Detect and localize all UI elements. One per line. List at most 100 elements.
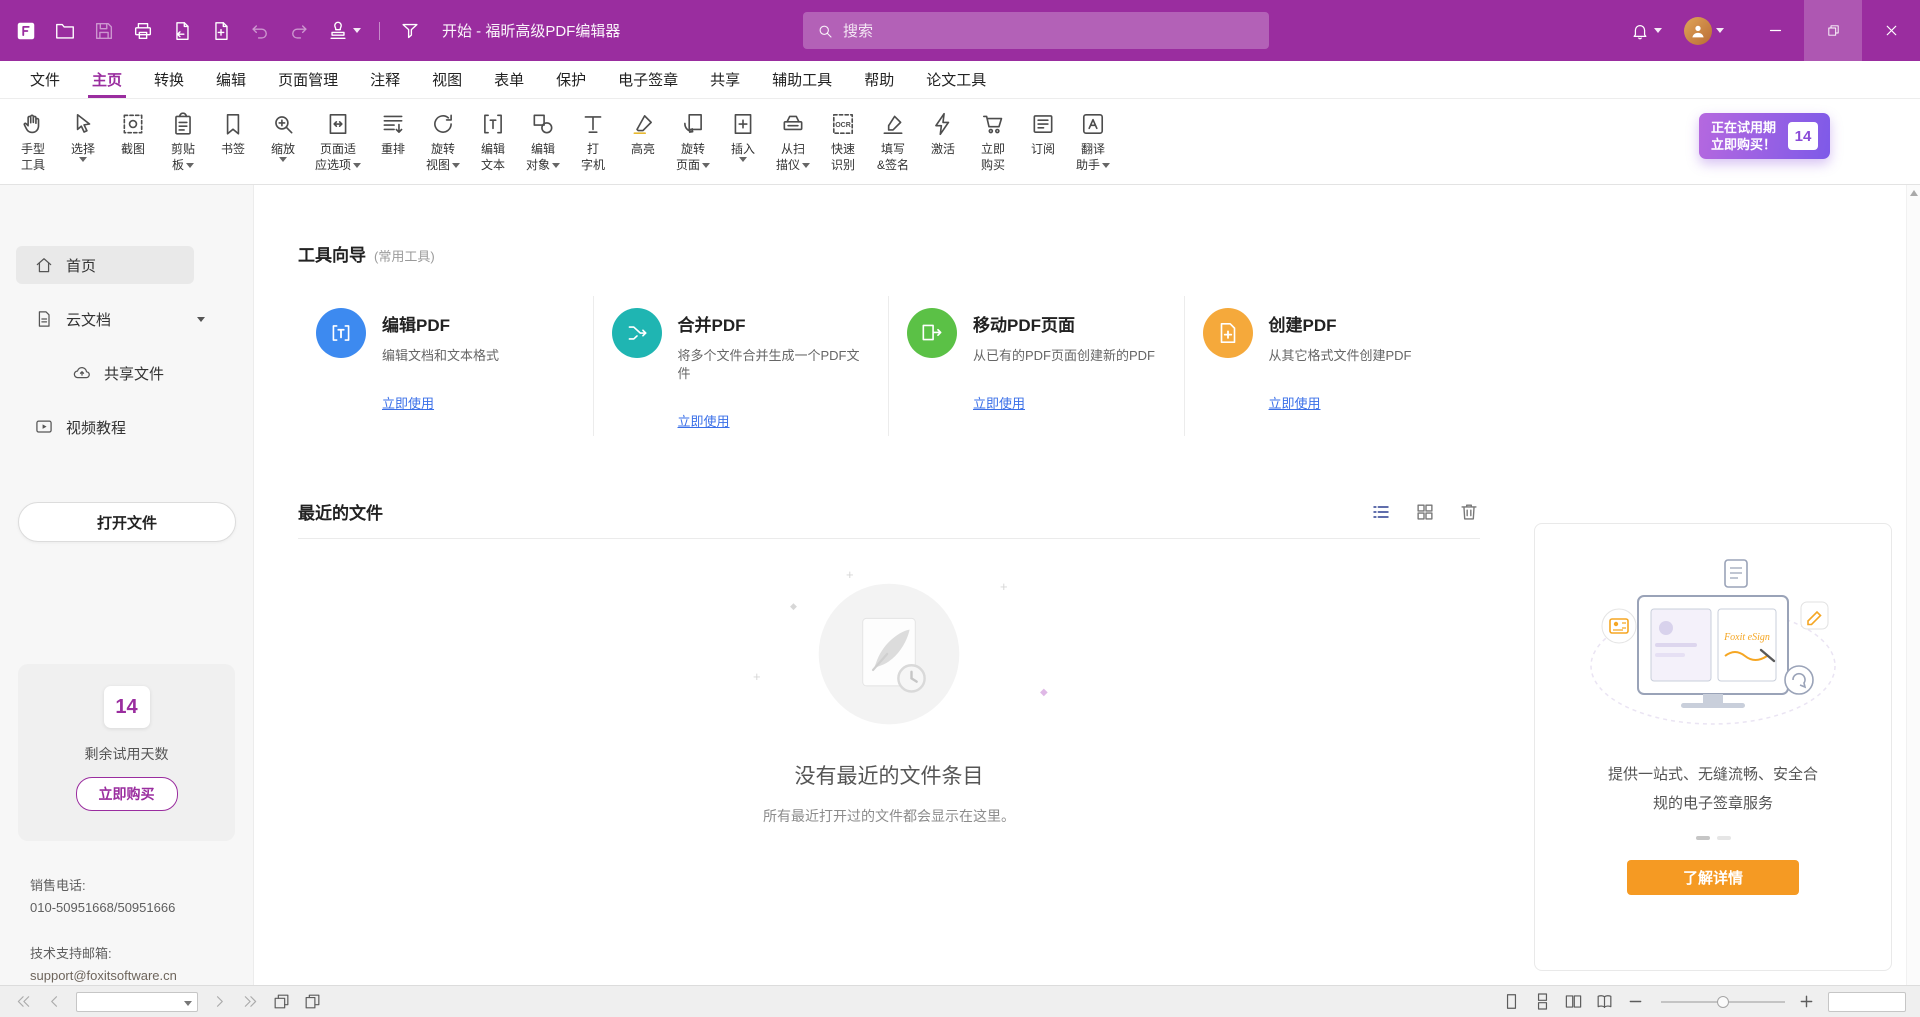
copy-page-button[interactable] <box>303 992 322 1011</box>
ribbon-tool-reflow[interactable]: 重排 <box>370 99 416 157</box>
promo-text: 提供一站式、无缝流畅、安全合 规的电子签章服务 <box>1608 760 1818 818</box>
fill-sign-icon <box>880 111 906 137</box>
first-page-icon <box>14 992 33 1011</box>
ribbon-tool-translate-assistant[interactable]: 翻译助手 <box>1070 99 1116 173</box>
tool-card-description: 将多个文件合并生成一个PDF文件 <box>678 347 871 383</box>
grid-view-button[interactable] <box>1414 501 1436 523</box>
print-icon[interactable] <box>131 19 155 43</box>
page-number-input[interactable] <box>76 992 198 1012</box>
undo-icon[interactable] <box>248 19 272 43</box>
menu-item-accessibility[interactable]: 辅助工具 <box>756 61 848 98</box>
menu-item-protect[interactable]: 保护 <box>540 61 602 98</box>
global-search-input[interactable]: 搜索 <box>803 12 1269 49</box>
ribbon-tool-from-scanner[interactable]: 从扫描仪 <box>770 99 816 173</box>
merge-pdf-icon <box>612 308 662 358</box>
first-page-button[interactable] <box>14 992 33 1011</box>
ribbon-tool-rotate-pages[interactable]: 旋转页面 <box>670 99 716 173</box>
book-view-button[interactable] <box>1595 992 1614 1011</box>
scroll-up-arrow-icon[interactable] <box>1910 190 1918 196</box>
sidebar-item-shared-files[interactable]: 共享文件 <box>0 346 253 400</box>
open-file-icon[interactable] <box>53 19 77 43</box>
use-now-link-merge-pdf[interactable]: 立即使用 <box>678 411 730 430</box>
ribbon-tool-edit-object[interactable]: 编辑对象 <box>520 99 566 173</box>
ribbon-tool-insert[interactable]: 插入 <box>720 99 766 162</box>
trial-badge-line1: 正在试用期 <box>1711 119 1776 136</box>
continuous-view-button[interactable] <box>1533 992 1552 1011</box>
list-view-button[interactable] <box>1370 501 1392 523</box>
open-file-button[interactable]: 打开文件 <box>18 502 236 542</box>
content-scrollbar[interactable] <box>1906 185 1920 985</box>
learn-more-button[interactable]: 了解详情 <box>1627 860 1799 895</box>
create-pdf-icon[interactable] <box>209 19 233 43</box>
carousel-dot-active[interactable] <box>1696 836 1710 840</box>
menu-item-help[interactable]: 帮助 <box>848 61 910 98</box>
trial-days-remaining: 14 <box>104 686 150 728</box>
menu-item-convert[interactable]: 转换 <box>138 61 200 98</box>
menu-item-file[interactable]: 文件 <box>14 61 76 98</box>
menu-item-edit[interactable]: 编辑 <box>200 61 262 98</box>
zoom-out-button[interactable] <box>1626 992 1645 1011</box>
recent-files-title: 最近的文件 <box>298 499 383 524</box>
ribbon-tool-subscribe[interactable]: 订阅 <box>1020 99 1066 157</box>
ribbon-tool-clipboard[interactable]: 剪贴板 <box>160 99 206 173</box>
facing-view-button[interactable] <box>1564 992 1583 1011</box>
carousel-dot[interactable] <box>1717 836 1731 840</box>
menu-item-share[interactable]: 共享 <box>694 61 756 98</box>
minimize-button[interactable] <box>1746 0 1804 61</box>
sidebar-item-home[interactable]: 首页 <box>0 238 253 292</box>
use-now-link-edit-pdf[interactable]: 立即使用 <box>382 393 434 412</box>
zoom-level-input[interactable] <box>1828 992 1906 1012</box>
menu-item-esign[interactable]: 电子签章 <box>602 61 694 98</box>
ribbon-tool-edit-text[interactable]: 编辑文本 <box>470 99 516 173</box>
use-now-link-move-pdf-pages[interactable]: 立即使用 <box>973 393 1025 412</box>
ribbon-display-toggle-icon[interactable] <box>398 19 422 43</box>
zoom-slider[interactable] <box>1661 1001 1785 1003</box>
menu-item-form[interactable]: 表单 <box>478 61 540 98</box>
ribbon-tool-highlight[interactable]: 高亮 <box>620 99 666 157</box>
menu-item-paper-tools[interactable]: 论文工具 <box>910 61 1002 98</box>
save-icon[interactable] <box>92 19 116 43</box>
use-now-link-create-pdf[interactable]: 立即使用 <box>1269 393 1321 412</box>
ribbon-tool-hand-tool[interactable]: 手型工具 <box>10 99 56 173</box>
ribbon-tool-fill-sign[interactable]: 填写&签名 <box>870 99 916 173</box>
clear-recent-button[interactable] <box>1458 501 1480 523</box>
next-page-button[interactable] <box>210 992 229 1011</box>
menu-item-view[interactable]: 视图 <box>416 61 478 98</box>
ribbon-tool-snapshot[interactable]: 截图 <box>110 99 156 157</box>
last-page-button[interactable] <box>241 992 260 1011</box>
ribbon-tool-zoom[interactable]: 缩放 <box>260 99 306 162</box>
sidebar-item-cloud-docs[interactable]: 云文档 <box>0 292 253 346</box>
user-account-menu[interactable] <box>1684 17 1724 45</box>
previous-page-button[interactable] <box>45 992 64 1011</box>
close-button[interactable] <box>1862 0 1920 61</box>
ribbon-tools: 手型工具选择截图剪贴板书签缩放页面适应选项重排旋转视图编辑文本编辑对象打字机高亮… <box>10 99 1116 184</box>
zoom-in-button[interactable] <box>1797 992 1816 1011</box>
ribbon-tool-fit-options[interactable]: 页面适应选项 <box>310 99 366 173</box>
snapshot-button[interactable] <box>272 992 291 1011</box>
redo-icon[interactable] <box>287 19 311 43</box>
ribbon-tool-activate[interactable]: 激活 <box>920 99 966 157</box>
menu-item-organize[interactable]: 页面管理 <box>262 61 354 98</box>
support-email-link[interactable]: support@foxitsoftware.cn <box>30 965 177 987</box>
dropdown-caret-icon <box>186 163 194 168</box>
home-content: 工具向导 (常用工具) 编辑PDF编辑文档和文本格式立即使用合并PDF将多个文件… <box>254 185 1920 985</box>
bell-icon <box>1630 21 1650 41</box>
buy-now-button[interactable]: 立即购买 <box>76 777 178 811</box>
stamp-sign-menu[interactable] <box>326 19 361 43</box>
ribbon-tool-select[interactable]: 选择 <box>60 99 106 162</box>
single-page-view-button[interactable] <box>1502 992 1521 1011</box>
restore-window-button[interactable] <box>1804 0 1862 61</box>
sidebar-item-video-tutorials[interactable]: 视频教程 <box>0 400 253 454</box>
menu-item-home[interactable]: 主页 <box>76 61 138 98</box>
trial-badge[interactable]: 正在试用期 立即购买！ 14 <box>1699 113 1830 159</box>
zoom-slider-thumb[interactable] <box>1717 996 1729 1008</box>
ribbon-tool-bookmark[interactable]: 书签 <box>210 99 256 157</box>
notifications-button[interactable] <box>1630 21 1662 41</box>
ribbon-tool-buy-now[interactable]: 立即购买 <box>970 99 1016 173</box>
export-pdf-icon[interactable] <box>170 19 194 43</box>
ribbon-tool-rotate-view[interactable]: 旋转视图 <box>420 99 466 173</box>
home-icon <box>34 255 54 275</box>
menu-item-comment[interactable]: 注释 <box>354 61 416 98</box>
ribbon-tool-typewriter[interactable]: 打字机 <box>570 99 616 173</box>
ribbon-tool-quick-ocr[interactable]: OCR快速识别 <box>820 99 866 173</box>
